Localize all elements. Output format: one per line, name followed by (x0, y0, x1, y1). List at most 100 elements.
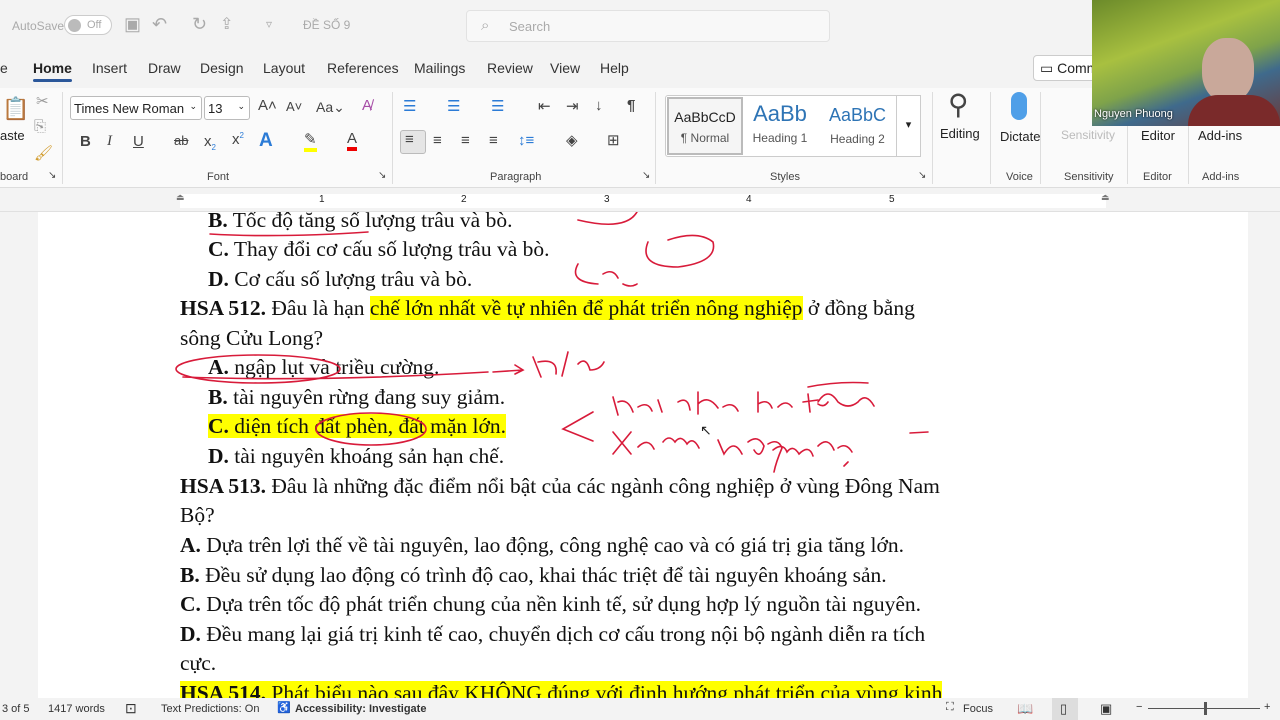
tab-design[interactable]: Design (200, 60, 244, 76)
numbering-icon[interactable]: ☰ (447, 97, 460, 115)
editor-button[interactable]: Editor (1141, 128, 1175, 143)
cut-icon[interactable]: ✂ (36, 92, 49, 110)
font-name-select[interactable]: Times New Roman ⌄ (70, 96, 202, 120)
ruler-tick-label: 4 (746, 194, 752, 205)
font-size-value: 13 (208, 101, 223, 116)
autosave-toggle[interactable]: Off (64, 15, 112, 35)
autosave-label: AutoSave (12, 19, 65, 33)
accessibility-icon[interactable]: ♿ (277, 701, 291, 714)
style-preview: AaBb (753, 101, 807, 126)
clipboard-launcher-icon[interactable]: ↘ (48, 170, 56, 181)
paragraph-launcher-icon[interactable]: ↘ (642, 170, 650, 181)
indent-marker-icon[interactable]: ⏏ (176, 192, 185, 203)
redo-icon[interactable]: ↻ (192, 14, 207, 35)
zoom-out-icon[interactable]: − (1136, 701, 1142, 713)
save-icon[interactable]: ▣ (124, 14, 141, 35)
autosave-state: Off (87, 19, 102, 31)
show-formatting-icon[interactable]: ¶ (627, 97, 635, 114)
editor-group-label: Editor (1143, 171, 1172, 183)
align-right-icon[interactable]: ≡ (461, 132, 470, 149)
tab-home[interactable]: Home (33, 60, 72, 82)
tab-draw[interactable]: Draw (148, 60, 181, 76)
underline-icon[interactable]: U (133, 133, 144, 150)
dictate-button[interactable]: Dictate (1000, 129, 1040, 144)
clipboard-group-label: board (0, 171, 29, 183)
font-size-select[interactable]: 13 ⌄ (204, 96, 250, 120)
change-case-icon[interactable]: Aa⌄ (316, 99, 345, 116)
tab-references[interactable]: References (327, 60, 399, 76)
mouse-cursor-icon: ↖ (700, 422, 712, 438)
style-heading-2[interactable]: AaBbC Heading 2 (820, 97, 895, 155)
tab-insert[interactable]: Insert (92, 60, 127, 76)
text-effects-icon[interactable]: A (259, 130, 273, 152)
superscript-icon[interactable]: x2 (232, 131, 244, 148)
clear-formatting-icon[interactable]: A̸ (362, 97, 372, 114)
style-normal[interactable]: AaBbCcD ¶ Normal (667, 97, 743, 155)
share-icon[interactable]: ⇪ (220, 14, 233, 34)
bullets-icon[interactable]: ☰ (403, 97, 416, 115)
search-icon: ⌕ (481, 17, 490, 34)
doc-title[interactable]: ĐỀ SỐ 9 (303, 18, 350, 32)
style-heading-1[interactable]: AaBb Heading 1 (745, 97, 815, 155)
focus-icon[interactable]: ⛶ (946, 701, 954, 714)
subscript-icon[interactable]: x2 (204, 133, 216, 152)
page-count[interactable]: 3 of 5 (2, 703, 30, 715)
justify-icon[interactable]: ≡ (489, 132, 498, 149)
print-layout-icon[interactable]: ▯ (1052, 698, 1078, 720)
customize-icon[interactable]: ▿ (266, 17, 272, 31)
format-painter-icon[interactable]: 🖌 (34, 144, 53, 162)
italic-icon[interactable]: I (107, 133, 112, 150)
read-mode-icon[interactable]: 📖 (1017, 701, 1033, 717)
borders-icon[interactable]: ⊞ (607, 131, 620, 149)
align-left-icon[interactable]: ≡ (400, 130, 426, 154)
align-center-icon[interactable]: ≡ (433, 132, 442, 149)
increase-indent-icon[interactable]: ⇥ (566, 97, 579, 115)
tab-help[interactable]: Help (600, 60, 629, 76)
accessibility-status[interactable]: Accessibility: Investigate (295, 703, 426, 715)
addins-button[interactable]: Add-ins (1198, 128, 1242, 143)
ruler[interactable]: ⏏ ⏏ 1 2 3 4 5 (0, 190, 1280, 212)
strikethrough-icon[interactable]: ab (174, 133, 188, 148)
copy-icon[interactable]: ⎘ (34, 118, 46, 135)
highlight-icon[interactable]: ✎ (304, 130, 317, 152)
styles-more-button[interactable]: ▾ (896, 95, 921, 157)
decrease-indent-icon[interactable]: ⇤ (538, 97, 551, 115)
zoom-in-icon[interactable]: + (1264, 701, 1270, 713)
font-name-value: Times New Roman (74, 101, 185, 116)
shrink-font-icon[interactable]: A˅ (286, 99, 302, 114)
paste-label[interactable]: aste (0, 128, 25, 143)
right-indent-marker-icon[interactable]: ⏏ (1101, 192, 1110, 203)
font-launcher-icon[interactable]: ↘ (378, 170, 386, 181)
sensitivity-button[interactable]: Sensitivity (1061, 128, 1115, 142)
tab-mailings[interactable]: Mailings (414, 60, 465, 76)
tab-file[interactable]: e (0, 60, 8, 76)
proofing-icon[interactable]: ⊡ (125, 700, 137, 717)
microphone-icon[interactable] (1011, 92, 1027, 120)
multilevel-list-icon[interactable]: ☰ (491, 97, 504, 115)
word-count[interactable]: 1417 words (48, 703, 105, 715)
grow-font-icon[interactable]: A˄ (258, 97, 277, 114)
paste-icon[interactable]: 📋 (2, 96, 29, 122)
search-box[interactable]: ⌕ Search (466, 10, 830, 42)
font-color-icon[interactable]: A (347, 130, 358, 151)
text-predictions[interactable]: Text Predictions: On (161, 703, 259, 715)
tab-view[interactable]: View (550, 60, 580, 76)
style-preview: AaBbCcD (674, 109, 736, 125)
comment-icon: ▭ (1040, 60, 1054, 76)
undo-icon[interactable]: ↶ (152, 14, 167, 35)
bold-icon[interactable]: B (80, 133, 91, 150)
document-page[interactable]: B. Tốc độ tăng số lượng trâu và bò. C. T… (38, 212, 1248, 698)
editing-button[interactable]: Editing (940, 126, 980, 141)
line-spacing-icon[interactable]: ↕≡ (518, 132, 534, 149)
zoom-slider-thumb[interactable] (1204, 702, 1207, 715)
shading-icon[interactable]: ◈ (566, 131, 578, 149)
tab-review[interactable]: Review (487, 60, 533, 76)
focus-button[interactable]: Focus (963, 703, 993, 715)
paragraph-group-label: Paragraph (490, 171, 542, 183)
tab-layout[interactable]: Layout (263, 60, 305, 76)
addins-group-label: Add-ins (1202, 171, 1240, 183)
web-layout-icon[interactable]: ▣ (1100, 701, 1112, 717)
find-icon[interactable]: ⚲ (948, 88, 969, 121)
sort-icon[interactable]: ↓ (595, 97, 603, 114)
styles-launcher-icon[interactable]: ↘ (918, 170, 926, 181)
